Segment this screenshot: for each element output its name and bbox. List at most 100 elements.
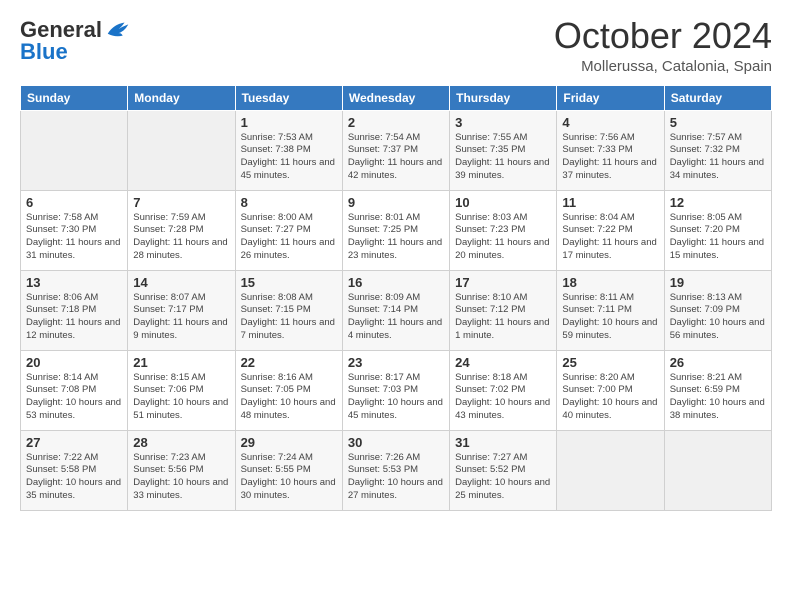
day-info: Sunrise: 8:00 AM Sunset: 7:27 PM Dayligh… bbox=[241, 212, 337, 263]
calendar-cell: 11Sunrise: 8:04 AM Sunset: 7:22 PM Dayli… bbox=[557, 190, 664, 270]
page: General Blue October 2024 Mollerussa, Ca… bbox=[0, 0, 792, 612]
day-number: 6 bbox=[26, 195, 122, 210]
day-number: 28 bbox=[133, 435, 229, 450]
day-info: Sunrise: 8:10 AM Sunset: 7:12 PM Dayligh… bbox=[455, 292, 551, 343]
day-number: 16 bbox=[348, 275, 444, 290]
day-number: 19 bbox=[670, 275, 766, 290]
day-info: Sunrise: 8:06 AM Sunset: 7:18 PM Dayligh… bbox=[26, 292, 122, 343]
calendar-cell: 10 Sunrise: 8:03 AM Sunset: 7:23 PM Dayli… bbox=[450, 190, 557, 270]
weekday-header-monday: Monday bbox=[128, 85, 235, 110]
calendar-cell: 19 Sunrise: 8:13 AM Sunset: 7:09 PM Dayli… bbox=[664, 270, 771, 350]
day-number: 13 bbox=[26, 275, 122, 290]
logo-bird-icon bbox=[104, 16, 132, 44]
calendar-cell: 8 Sunrise: 8:00 AM Sunset: 7:27 PM Daylig… bbox=[235, 190, 342, 270]
day-number: 29 bbox=[241, 435, 337, 450]
day-number: 14 bbox=[133, 275, 229, 290]
day-number: 9 bbox=[348, 195, 444, 210]
calendar-cell: 6 Sunrise: 7:58 AM Sunset: 7:30 PM Daylig… bbox=[21, 190, 128, 270]
weekday-header-friday: Friday bbox=[557, 85, 664, 110]
day-info: Sunrise: 7:27 AM Sunset: 5:52 PM Dayligh… bbox=[455, 452, 551, 503]
calendar-cell: 1 Sunrise: 7:53 AM Sunset: 7:38 PM Daylig… bbox=[235, 110, 342, 190]
calendar-cell: 31Sunrise: 7:27 AM Sunset: 5:52 PM Dayli… bbox=[450, 430, 557, 510]
day-number: 22 bbox=[241, 355, 337, 370]
calendar-cell: 15Sunrise: 8:08 AM Sunset: 7:15 PM Dayli… bbox=[235, 270, 342, 350]
header: General Blue October 2024 Mollerussa, Ca… bbox=[20, 16, 772, 75]
day-number: 4 bbox=[562, 115, 658, 130]
day-info: Sunrise: 8:11 AM Sunset: 7:11 PM Dayligh… bbox=[562, 292, 658, 343]
calendar-cell: 24Sunrise: 8:18 AM Sunset: 7:02 PM Dayli… bbox=[450, 350, 557, 430]
weekday-header-tuesday: Tuesday bbox=[235, 85, 342, 110]
week-row-5: 27 Sunrise: 7:22 AM Sunset: 5:58 PM Dayli… bbox=[21, 430, 772, 510]
calendar-cell: 4Sunrise: 7:56 AM Sunset: 7:33 PM Daylig… bbox=[557, 110, 664, 190]
day-number: 12 bbox=[670, 195, 766, 210]
calendar-cell: 17 Sunrise: 8:10 AM Sunset: 7:12 PM Dayli… bbox=[450, 270, 557, 350]
calendar-cell: 2 Sunrise: 7:54 AM Sunset: 7:37 PM Daylig… bbox=[342, 110, 449, 190]
calendar-cell: 18Sunrise: 8:11 AM Sunset: 7:11 PM Dayli… bbox=[557, 270, 664, 350]
day-number: 26 bbox=[670, 355, 766, 370]
calendar-table: SundayMondayTuesdayWednesdayThursdayFrid… bbox=[20, 85, 772, 511]
day-number: 23 bbox=[348, 355, 444, 370]
day-info: Sunrise: 8:01 AM Sunset: 7:25 PM Dayligh… bbox=[348, 212, 444, 263]
calendar-cell: 9 Sunrise: 8:01 AM Sunset: 7:25 PM Daylig… bbox=[342, 190, 449, 270]
day-info: Sunrise: 7:53 AM Sunset: 7:38 PM Dayligh… bbox=[241, 132, 337, 183]
header-row: SundayMondayTuesdayWednesdayThursdayFrid… bbox=[21, 85, 772, 110]
calendar-cell bbox=[664, 430, 771, 510]
calendar-cell: 20Sunrise: 8:14 AM Sunset: 7:08 PM Dayli… bbox=[21, 350, 128, 430]
calendar-cell: 22 Sunrise: 8:16 AM Sunset: 7:05 PM Dayli… bbox=[235, 350, 342, 430]
day-number: 30 bbox=[348, 435, 444, 450]
day-number: 10 bbox=[455, 195, 551, 210]
week-row-3: 13 Sunrise: 8:06 AM Sunset: 7:18 PM Dayli… bbox=[21, 270, 772, 350]
weekday-header-wednesday: Wednesday bbox=[342, 85, 449, 110]
day-info: Sunrise: 8:07 AM Sunset: 7:17 PM Dayligh… bbox=[133, 292, 229, 343]
calendar-cell: 29Sunrise: 7:24 AM Sunset: 5:55 PM Dayli… bbox=[235, 430, 342, 510]
calendar-cell: 28 Sunrise: 7:23 AM Sunset: 5:56 PM Dayli… bbox=[128, 430, 235, 510]
calendar-cell: 27 Sunrise: 7:22 AM Sunset: 5:58 PM Dayli… bbox=[21, 430, 128, 510]
day-number: 24 bbox=[455, 355, 551, 370]
calendar-cell: 25 Sunrise: 8:20 AM Sunset: 7:00 PM Dayli… bbox=[557, 350, 664, 430]
day-info: Sunrise: 7:23 AM Sunset: 5:56 PM Dayligh… bbox=[133, 452, 229, 503]
title-block: October 2024 Mollerussa, Catalonia, Spai… bbox=[554, 16, 772, 75]
weekday-header-thursday: Thursday bbox=[450, 85, 557, 110]
week-row-4: 20Sunrise: 8:14 AM Sunset: 7:08 PM Dayli… bbox=[21, 350, 772, 430]
week-row-1: 1 Sunrise: 7:53 AM Sunset: 7:38 PM Daylig… bbox=[21, 110, 772, 190]
calendar-cell: 12 Sunrise: 8:05 AM Sunset: 7:20 PM Dayli… bbox=[664, 190, 771, 270]
day-info: Sunrise: 7:54 AM Sunset: 7:37 PM Dayligh… bbox=[348, 132, 444, 183]
day-number: 17 bbox=[455, 275, 551, 290]
day-number: 25 bbox=[562, 355, 658, 370]
day-info: Sunrise: 8:21 AM Sunset: 6:59 PM Dayligh… bbox=[670, 372, 766, 423]
day-info: Sunrise: 8:16 AM Sunset: 7:05 PM Dayligh… bbox=[241, 372, 337, 423]
weekday-header-saturday: Saturday bbox=[664, 85, 771, 110]
day-info: Sunrise: 7:58 AM Sunset: 7:30 PM Dayligh… bbox=[26, 212, 122, 263]
day-info: Sunrise: 8:05 AM Sunset: 7:20 PM Dayligh… bbox=[670, 212, 766, 263]
day-number: 15 bbox=[241, 275, 337, 290]
calendar-cell: 3Sunrise: 7:55 AM Sunset: 7:35 PM Daylig… bbox=[450, 110, 557, 190]
calendar-cell: 7 Sunrise: 7:59 AM Sunset: 7:28 PM Daylig… bbox=[128, 190, 235, 270]
location-subtitle: Mollerussa, Catalonia, Spain bbox=[554, 58, 772, 75]
day-info: Sunrise: 8:15 AM Sunset: 7:06 PM Dayligh… bbox=[133, 372, 229, 423]
day-number: 1 bbox=[241, 115, 337, 130]
weekday-header-sunday: Sunday bbox=[21, 85, 128, 110]
calendar-cell: 26 Sunrise: 8:21 AM Sunset: 6:59 PM Dayli… bbox=[664, 350, 771, 430]
day-info: Sunrise: 8:17 AM Sunset: 7:03 PM Dayligh… bbox=[348, 372, 444, 423]
day-number: 8 bbox=[241, 195, 337, 210]
week-row-2: 6 Sunrise: 7:58 AM Sunset: 7:30 PM Daylig… bbox=[21, 190, 772, 270]
day-number: 2 bbox=[348, 115, 444, 130]
day-number: 7 bbox=[133, 195, 229, 210]
day-number: 5 bbox=[670, 115, 766, 130]
day-info: Sunrise: 8:13 AM Sunset: 7:09 PM Dayligh… bbox=[670, 292, 766, 343]
calendar-cell bbox=[557, 430, 664, 510]
calendar-cell: 21 Sunrise: 8:15 AM Sunset: 7:06 PM Dayli… bbox=[128, 350, 235, 430]
day-info: Sunrise: 7:59 AM Sunset: 7:28 PM Dayligh… bbox=[133, 212, 229, 263]
day-number: 21 bbox=[133, 355, 229, 370]
month-title: October 2024 bbox=[554, 16, 772, 56]
day-info: Sunrise: 8:20 AM Sunset: 7:00 PM Dayligh… bbox=[562, 372, 658, 423]
day-number: 3 bbox=[455, 115, 551, 130]
day-info: Sunrise: 7:22 AM Sunset: 5:58 PM Dayligh… bbox=[26, 452, 122, 503]
day-info: Sunrise: 7:26 AM Sunset: 5:53 PM Dayligh… bbox=[348, 452, 444, 503]
calendar-cell bbox=[128, 110, 235, 190]
day-number: 27 bbox=[26, 435, 122, 450]
calendar-cell: 16Sunrise: 8:09 AM Sunset: 7:14 PM Dayli… bbox=[342, 270, 449, 350]
day-number: 20 bbox=[26, 355, 122, 370]
day-info: Sunrise: 8:03 AM Sunset: 7:23 PM Dayligh… bbox=[455, 212, 551, 263]
calendar-cell: 5Sunrise: 7:57 AM Sunset: 7:32 PM Daylig… bbox=[664, 110, 771, 190]
